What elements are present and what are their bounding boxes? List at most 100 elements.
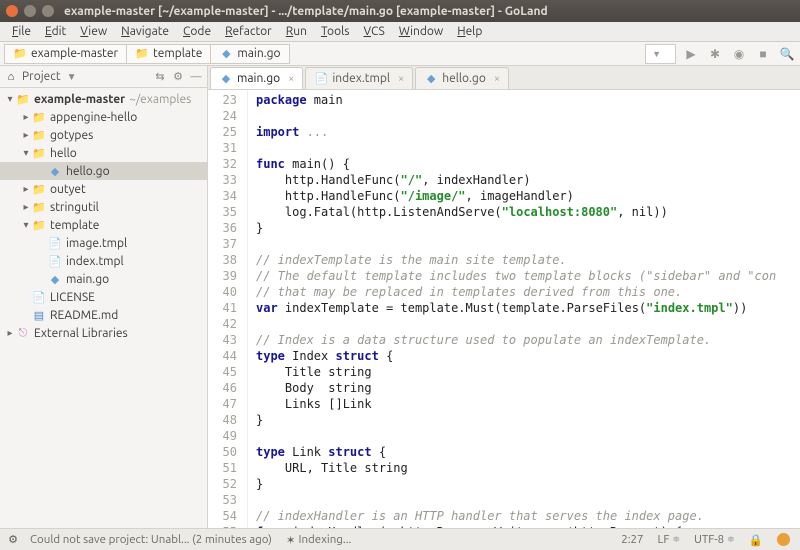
tree-twisty-icon[interactable]: ▸ (20, 111, 32, 123)
menu-navigate[interactable]: Navigate (115, 23, 175, 40)
tree-row[interactable]: 📄index.tmpl (0, 252, 207, 270)
file-encoding[interactable]: UTF-8≑ (690, 533, 739, 546)
tree-row[interactable]: ▾📁example-master~/examples (0, 90, 207, 108)
search-everywhere-button[interactable]: 🔍 (778, 45, 796, 63)
menu-window[interactable]: Window (393, 23, 449, 40)
window-minimize-button[interactable] (24, 5, 36, 17)
code-line[interactable]: type Index struct { (256, 348, 800, 364)
code-line[interactable]: Body string (256, 380, 800, 396)
code-line[interactable]: type Link struct { (256, 444, 800, 460)
window-close-button[interactable] (6, 5, 18, 17)
breadcrumb-item[interactable]: 📁example-master (4, 44, 127, 64)
coverage-button[interactable]: ◉ (730, 45, 748, 63)
code-line[interactable]: // that may be replaced in templates der… (256, 284, 800, 300)
tree-row[interactable]: ▤README.md (0, 306, 207, 324)
stop-button[interactable]: ■ (754, 45, 772, 63)
tree-row[interactable]: ▸📁stringutil (0, 198, 207, 216)
tab-close-icon[interactable]: × (494, 73, 500, 85)
code-line[interactable]: http.HandleFunc("/", indexHandler) (256, 172, 800, 188)
code-line[interactable]: } (256, 412, 800, 428)
gear-icon[interactable]: ⚙ (171, 70, 185, 84)
tree-twisty-icon[interactable]: ▸ (4, 327, 16, 339)
menu-file[interactable]: File (6, 23, 37, 40)
code-line[interactable] (256, 236, 800, 252)
tree-twisty-icon[interactable]: ▾ (4, 93, 16, 105)
tab-close-icon[interactable]: × (398, 73, 404, 85)
editor-tab[interactable]: ◆hello.go× (415, 67, 509, 89)
code-line[interactable]: http.HandleFunc("/image/", imageHandler) (256, 188, 800, 204)
tree-row[interactable]: ◆main.go (0, 270, 207, 288)
menu-refactor[interactable]: Refactor (219, 23, 278, 40)
code-line[interactable]: URL, Title string (256, 460, 800, 476)
gutter-line-number: 53 (208, 492, 237, 508)
code-line[interactable]: // The default template includes two tem… (256, 268, 800, 284)
editor-gutter: 2324253132333435363738394041424344454647… (208, 90, 248, 528)
tree-twisty-icon[interactable]: ▸ (20, 183, 32, 195)
breadcrumb-label: main.go (237, 47, 280, 60)
tree-row[interactable]: ▾📁template (0, 216, 207, 234)
gutter-line-number: 47 (208, 396, 237, 412)
tree-row[interactable]: ▾📁hello (0, 144, 207, 162)
code-line[interactable]: log.Fatal(http.ListenAndServe("localhost… (256, 204, 800, 220)
project-tree[interactable]: ▾📁example-master~/examples▸📁appengine-he… (0, 88, 207, 528)
breadcrumb-item[interactable]: ◆main.go (211, 44, 289, 64)
run-config-selector[interactable]: ▼ (645, 44, 676, 64)
collapse-all-icon[interactable]: ⇆ (153, 70, 167, 84)
window-maximize-button[interactable] (42, 5, 54, 17)
tree-twisty-icon[interactable]: ▸ (20, 201, 32, 213)
code-line[interactable] (256, 316, 800, 332)
tree-row[interactable]: ▸📁appengine-hello (0, 108, 207, 126)
debug-button[interactable]: ✱ (706, 45, 724, 63)
ide-status-icon[interactable] (773, 533, 794, 546)
code-line[interactable] (256, 492, 800, 508)
lock-icon[interactable]: 🔒 (745, 533, 767, 547)
code-line[interactable]: // indexHandler is an HTTP handler that … (256, 508, 800, 524)
menu-edit[interactable]: Edit (39, 23, 72, 40)
menu-code[interactable]: Code (177, 23, 217, 40)
project-tool-title[interactable]: Project (22, 70, 61, 83)
code-line[interactable]: } (256, 476, 800, 492)
tree-twisty-icon[interactable]: ▾ (20, 219, 32, 231)
tree-row[interactable]: 📄LICENSE (0, 288, 207, 306)
file-icon: 📄 (48, 254, 62, 268)
menu-view[interactable]: View (74, 23, 113, 40)
tree-twisty-icon[interactable]: ▾ (20, 147, 32, 159)
code-line[interactable] (256, 140, 800, 156)
line-separator[interactable]: LF≑ (654, 533, 684, 546)
file-icon: 📄 (314, 72, 328, 86)
editor-code[interactable]: package main import ... func main() { ht… (248, 90, 800, 528)
editor-tab[interactable]: ◆main.go× (210, 67, 303, 89)
tree-row[interactable]: ▸📁gotypes (0, 126, 207, 144)
code-line[interactable]: var indexTemplate = template.Must(templa… (256, 300, 800, 316)
breadcrumb-item[interactable]: 📁template (127, 44, 211, 64)
tree-label: gotypes (50, 129, 93, 142)
project-view-icon: ⌂ (4, 70, 18, 84)
code-line[interactable]: // indexTemplate is the main site templa… (256, 252, 800, 268)
tree-row[interactable]: ◆hello.go (0, 162, 207, 180)
code-line[interactable]: } (256, 220, 800, 236)
tree-row[interactable]: 📄image.tmpl (0, 234, 207, 252)
menu-run[interactable]: Run (280, 23, 313, 40)
code-line[interactable]: func main() { (256, 156, 800, 172)
tab-close-icon[interactable]: × (288, 73, 294, 85)
menu-vcs[interactable]: VCS (357, 23, 390, 40)
code-line[interactable] (256, 108, 800, 124)
menu-tools[interactable]: Tools (315, 23, 356, 40)
menu-help[interactable]: Help (451, 23, 488, 40)
code-line[interactable]: // Index is a data structure used to pop… (256, 332, 800, 348)
hide-icon[interactable]: — (189, 70, 203, 84)
tree-row[interactable]: ▸📁outyet (0, 180, 207, 198)
settings-icon[interactable]: ⚙ (6, 533, 20, 547)
code-line[interactable]: package main (256, 92, 800, 108)
code-line[interactable]: import ... (256, 124, 800, 140)
editor: ◆main.go×📄index.tmpl×◆hello.go× 23242531… (208, 66, 800, 528)
tree-twisty-icon[interactable]: ▸ (20, 129, 32, 141)
code-line[interactable]: Links []Link (256, 396, 800, 412)
caret-position[interactable]: 2:27 (617, 533, 647, 546)
chevron-down-icon[interactable]: ▼ (67, 71, 77, 83)
code-line[interactable] (256, 428, 800, 444)
editor-tab[interactable]: 📄index.tmpl× (305, 67, 413, 89)
run-button[interactable]: ▶ (682, 45, 700, 63)
code-line[interactable]: Title string (256, 364, 800, 380)
tree-row[interactable]: ▸⎋External Libraries (0, 324, 207, 342)
